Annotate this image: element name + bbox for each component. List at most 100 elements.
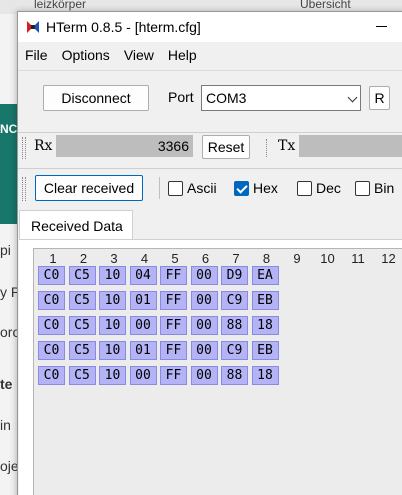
toolbar-separator xyxy=(159,177,160,199)
connection-toolbar: Disconnect Port COM3 R xyxy=(18,70,402,118)
hex-byte-cell: 18 xyxy=(251,316,279,335)
hex-byte-cell: 00 xyxy=(190,316,218,335)
dec-checkbox-label: Dec xyxy=(316,180,341,196)
received-data-section: Received Data 1 2 3 4 5 6 7 8 9 10 11 12 C0 C5 10 04 FF 0… xyxy=(18,210,402,495)
hex-byte-cell: EA xyxy=(251,266,279,285)
hex-byte-cell: FF xyxy=(160,366,187,385)
hex-byte-cell: 00 xyxy=(129,366,157,385)
column-header: 8 xyxy=(262,251,271,266)
hex-byte-cell: C0 xyxy=(38,366,65,385)
refresh-ports-button[interactable]: R xyxy=(369,86,390,110)
minimize-button[interactable] xyxy=(370,16,394,36)
background-green-label: NC xyxy=(0,122,18,136)
background-word: pi xyxy=(0,242,11,258)
column-header: 6 xyxy=(201,251,210,266)
port-label: Port xyxy=(168,89,194,105)
dec-checkbox[interactable]: Dec xyxy=(297,180,341,196)
toolbar-grip[interactable] xyxy=(266,139,268,157)
hex-byte-cell: FF xyxy=(160,316,187,335)
hex-byte-cell: 10 xyxy=(99,366,126,385)
hex-byte-cell: FF xyxy=(160,266,187,285)
window-title: HTerm 0.8.5 - [hterm.cfg] xyxy=(46,19,201,35)
data-row: C0 C5 10 01 FF 00 C9 EB xyxy=(38,291,282,311)
clear-received-button[interactable]: Clear received xyxy=(35,175,143,201)
background-tab-text-left: leizkörper xyxy=(34,0,87,11)
hex-byte-cell: FF xyxy=(160,341,187,360)
hex-byte-cell: 00 xyxy=(190,291,218,310)
reset-button[interactable]: Reset xyxy=(202,135,250,159)
hex-byte-cell: 10 xyxy=(99,291,126,310)
background-word: oje xyxy=(0,458,19,474)
hex-checkbox[interactable]: Hex xyxy=(234,180,278,196)
hterm-window: HTerm 0.8.5 - [hterm.cfg] File Options V… xyxy=(17,11,402,495)
ascii-checkbox[interactable]: Ascii xyxy=(168,180,217,196)
background-word: te xyxy=(0,376,13,392)
hex-byte-cell: EB xyxy=(251,291,279,310)
column-header: 9 xyxy=(293,251,301,266)
disconnect-button[interactable]: Disconnect xyxy=(43,85,149,111)
background-word: in xyxy=(0,417,11,433)
tx-label: Tx xyxy=(278,138,296,154)
column-header: 1 xyxy=(49,251,57,266)
data-row: C0 C5 10 04 FF 00 D9 EA xyxy=(38,266,282,286)
display-options-toolbar: Clear received Ascii Hex Dec Bin xyxy=(18,168,402,208)
hex-byte-cell: C5 xyxy=(68,316,96,335)
hex-byte-cell: C5 xyxy=(68,291,96,310)
bin-checkbox[interactable]: Bin xyxy=(355,180,394,196)
port-select[interactable]: COM3 xyxy=(201,85,361,111)
hex-byte-cell: 10 xyxy=(99,316,126,335)
hex-byte-cell: FF xyxy=(160,291,187,310)
hex-byte-cell: 88 xyxy=(221,316,248,335)
menu-view[interactable]: View xyxy=(117,44,161,66)
hex-byte-cell: 01 xyxy=(129,341,157,360)
toolbar-grip[interactable] xyxy=(22,137,26,159)
menu-help[interactable]: Help xyxy=(161,44,204,66)
hex-byte-cell: C0 xyxy=(38,341,65,360)
hex-byte-cell: 00 xyxy=(190,366,218,385)
port-select-value: COM3 xyxy=(206,90,247,106)
column-header: 11 xyxy=(351,251,365,266)
hex-byte-cell: C0 xyxy=(38,316,65,335)
hex-byte-cell: C0 xyxy=(38,266,65,285)
ascii-checkbox-box[interactable] xyxy=(168,180,183,196)
hex-byte-cell: 00 xyxy=(190,341,218,360)
hex-byte-cell: 00 xyxy=(190,266,218,285)
data-row: C0 C5 10 00 FF 00 88 18 xyxy=(38,366,282,386)
hex-byte-cell: 04 xyxy=(129,266,157,285)
hex-checkbox-box[interactable] xyxy=(234,180,249,196)
hex-byte-cell: 18 xyxy=(251,366,279,385)
hex-byte-cell: 10 xyxy=(99,341,126,360)
hex-byte-cell: EB xyxy=(251,341,279,360)
hex-byte-cell: C5 xyxy=(68,366,96,385)
hex-byte-cell: C5 xyxy=(68,341,96,360)
hex-byte-cell: 01 xyxy=(129,291,157,310)
hex-byte-cell: 00 xyxy=(129,316,157,335)
data-row: C0 C5 10 01 FF 00 C9 EB xyxy=(38,341,282,361)
hex-byte-cell: C9 xyxy=(221,291,248,310)
hex-byte-cell: C0 xyxy=(38,291,65,310)
column-header: 7 xyxy=(232,251,240,266)
rx-counter: 3366 xyxy=(56,135,193,157)
toolbar-grip[interactable] xyxy=(22,177,26,201)
hterm-app-icon xyxy=(25,19,41,35)
hex-byte-cell: 10 xyxy=(99,266,126,285)
menu-file[interactable]: File xyxy=(18,44,55,66)
rx-label: Rx xyxy=(34,138,53,154)
background-tab-text-right: Übersicht xyxy=(300,0,351,11)
hex-byte-cell: C5 xyxy=(68,266,96,285)
received-data-grid[interactable]: 1 2 3 4 5 6 7 8 9 10 11 12 C0 C5 10 04 FF 00 D9 EA C0 C5 10 01 F… xyxy=(33,248,402,495)
menu-options[interactable]: Options xyxy=(55,44,117,66)
bin-checkbox-label: Bin xyxy=(374,180,395,196)
data-row: C0 C5 10 00 FF 00 88 18 xyxy=(38,316,282,336)
title-bar[interactable]: HTerm 0.8.5 - [hterm.cfg] xyxy=(18,12,402,42)
chevron-down-icon xyxy=(347,92,358,103)
bin-checkbox-box[interactable] xyxy=(355,180,370,196)
received-data-panel: 1 2 3 4 5 6 7 8 9 10 11 12 C0 C5 10 04 FF 00 D9 EA C0 C5 10 01 F… xyxy=(19,239,402,495)
ascii-checkbox-label: Ascii xyxy=(187,180,217,196)
column-header: 5 xyxy=(171,251,179,266)
counter-toolbar: Rx 3366 Reset Tx xyxy=(18,132,402,168)
hex-byte-cell: 88 xyxy=(221,366,248,385)
tab-received-data[interactable]: Received Data xyxy=(19,210,133,240)
dec-checkbox-box[interactable] xyxy=(297,180,312,196)
tx-counter xyxy=(299,135,402,157)
